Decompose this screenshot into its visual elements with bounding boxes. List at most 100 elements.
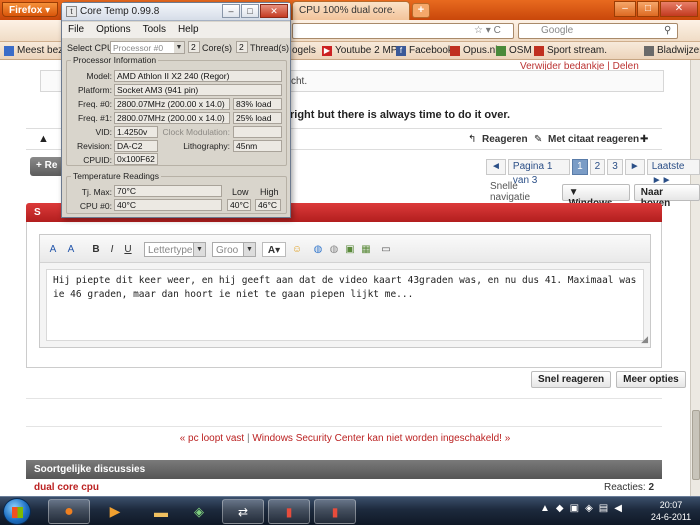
taskbar-app-1[interactable]: ⇄ — [222, 499, 264, 524]
tray-icon[interactable]: ◈ — [585, 503, 593, 514]
close-button[interactable]: ✕ — [660, 1, 698, 17]
page-1[interactable]: 1 — [572, 159, 588, 175]
firefox-menu-button[interactable]: Firefox ▾ — [2, 2, 58, 17]
italic-icon[interactable]: I — [106, 242, 118, 257]
bold-icon[interactable]: B — [90, 242, 102, 257]
low-label: Low — [232, 187, 249, 197]
cpu0-high: 46°C — [255, 199, 281, 211]
link-icon[interactable]: ◍ — [312, 242, 324, 257]
bookmark-sport-stream[interactable]: Sport stream. — [534, 45, 607, 56]
menu-tools[interactable]: Tools — [143, 22, 166, 38]
page-2[interactable]: 2 — [589, 159, 606, 175]
high-label: High — [260, 187, 279, 197]
next-thread-link[interactable]: Windows Security Center kan niet worden … — [252, 433, 510, 444]
bookmark-youtube-mp3[interactable]: ▶ Youtube 2 MP3 — [322, 45, 403, 56]
more-options-button[interactable]: Meer opties — [616, 371, 686, 388]
coretemp-maximize-button[interactable]: □ — [241, 4, 259, 18]
message-textarea[interactable]: Hij piepte dit keer weer, en hij geeft a… — [46, 269, 644, 341]
last-page-button[interactable]: Laatste ►► — [646, 159, 700, 186]
similar-thread-link[interactable]: dual core cpu — [34, 482, 99, 493]
taskbar-network[interactable]: ◈ — [178, 499, 220, 524]
unlink-icon[interactable]: ◍ — [328, 242, 340, 257]
menu-file[interactable]: File — [68, 22, 84, 38]
network-icon: ◈ — [194, 503, 204, 519]
page-3[interactable]: 3 — [607, 159, 623, 175]
select-cpu-dropdown[interactable]: Processor #0 ▼ — [110, 41, 185, 54]
window-controls: – □ ✕ — [614, 1, 698, 17]
size-select[interactable]: Groo ▼ — [212, 242, 256, 257]
bookmarks-menu[interactable]: Bladwijzers — [644, 45, 700, 56]
clock-modulation-label: Clock Modulation: — [162, 127, 230, 137]
clock[interactable]: 20:07 24-6-2011 — [648, 499, 694, 523]
video-icon[interactable]: ▦ — [360, 242, 372, 257]
switch-mode-icon[interactable]: A — [64, 242, 78, 257]
menu-options[interactable]: Options — [96, 22, 130, 38]
threads-label: Thread(s) — [250, 43, 290, 53]
coretemp-titlebar[interactable]: t Core Temp 0.99.8 – □ ✕ — [62, 3, 290, 21]
remove-format-icon[interactable]: A — [46, 242, 60, 257]
taskbar-explorer[interactable]: ▬ — [140, 499, 182, 524]
freq0-load: 83% load — [233, 98, 282, 110]
smiley-icon[interactable]: ☺ — [290, 242, 304, 257]
tray-icon[interactable]: ▣ — [570, 503, 579, 514]
model-label: Model: — [86, 71, 112, 81]
previous-thread-link[interactable]: « pc loopt vast — [180, 433, 244, 444]
prev-page-button[interactable]: ◄ — [486, 159, 506, 175]
volume-icon[interactable]: ◀ — [614, 503, 622, 514]
search-icon[interactable]: ⚲ — [664, 25, 671, 36]
bookmark-most-visited[interactable]: Meest bezo — [4, 45, 69, 56]
taskbar-coretemp[interactable]: ▮ — [268, 499, 310, 524]
tray-icon[interactable]: ◆ — [556, 503, 564, 514]
warning-icon[interactable]: ▲ — [38, 133, 49, 145]
taskbar: ● ▶ ▬ ◈ ⇄ ▮ ▮ ▲ ◆ ▣ ◈ ▤ ◀ 20:07 24-6-201… — [0, 496, 700, 525]
tray-expand-icon[interactable]: ▲ — [540, 503, 550, 514]
forum-select-button[interactable]: ▼ Windows — [561, 183, 630, 209]
bookmark-osm[interactable]: OSM — [496, 45, 532, 56]
signature-text: cht. — [291, 76, 308, 87]
next-page-button[interactable]: ► — [624, 159, 645, 175]
to-top-button[interactable]: Naar boven — [633, 183, 700, 209]
image-icon[interactable]: ▣ — [344, 242, 356, 257]
page-scrollbar[interactable] — [690, 60, 700, 496]
coretemp-close-button[interactable]: ✕ — [260, 4, 288, 18]
divider — [26, 426, 662, 427]
network-tray-icon[interactable]: ▤ — [599, 503, 608, 514]
taskbar-media-player[interactable]: ▶ — [94, 499, 136, 524]
taskbar-app-3[interactable]: ▮ — [314, 499, 356, 524]
quote-reply-link[interactable]: Met citaat reageren — [548, 134, 639, 145]
multiquote-icon[interactable]: ✚ — [640, 134, 648, 145]
browser-tab-active[interactable]: CPU 100% dual core. — [292, 1, 410, 20]
editor-buttons: Snel reageren Meer opties — [531, 371, 686, 388]
quick-reply-button[interactable]: Snel reageren — [531, 371, 612, 388]
bookmark-opus[interactable]: Opus.nl — [450, 45, 497, 56]
cpu0-temperature: 40°C — [114, 199, 222, 211]
minimize-button[interactable]: – — [614, 1, 636, 17]
new-tab-button[interactable]: + — [412, 3, 430, 18]
menu-help[interactable]: Help — [178, 22, 199, 38]
star-icon[interactable]: ☆ — [474, 25, 483, 36]
bookmark-facebook[interactable]: f Facebook — [396, 45, 453, 56]
text-color-icon[interactable]: A▾ — [262, 242, 286, 257]
coretemp-minimize-button[interactable]: – — [222, 4, 240, 18]
temperature-title: Temperature Readings — [71, 171, 161, 181]
quote-icon[interactable]: ▭ — [380, 242, 392, 257]
revision-value: DA-C2 — [114, 140, 158, 152]
tjmax-label: Tj. Max: — [81, 187, 112, 197]
start-button[interactable] — [3, 498, 31, 525]
clock-date: 24-6-2011 — [650, 512, 692, 522]
bookmark-google[interactable]: ogels — [292, 45, 316, 56]
reply-link[interactable]: Reageren — [482, 134, 528, 145]
scrollbar-thumb[interactable] — [692, 410, 700, 480]
bookmark-icon — [4, 45, 14, 56]
vid-value: 1.4250v — [114, 126, 158, 138]
resize-grip-icon[interactable]: ◢ — [641, 334, 648, 345]
underline-icon[interactable]: U — [122, 242, 134, 257]
reply-icon: ↰ — [468, 134, 477, 145]
font-select[interactable]: Lettertype ▼ — [144, 242, 206, 257]
search-input[interactable]: Google — [518, 23, 678, 39]
taskbar-firefox[interactable]: ● — [48, 499, 90, 524]
reload-icon[interactable]: C — [494, 25, 501, 36]
chevron-down-icon: ▼ — [193, 243, 205, 256]
maximize-button[interactable]: □ — [637, 1, 659, 17]
dropdown-icon[interactable]: ▾ — [486, 25, 491, 36]
